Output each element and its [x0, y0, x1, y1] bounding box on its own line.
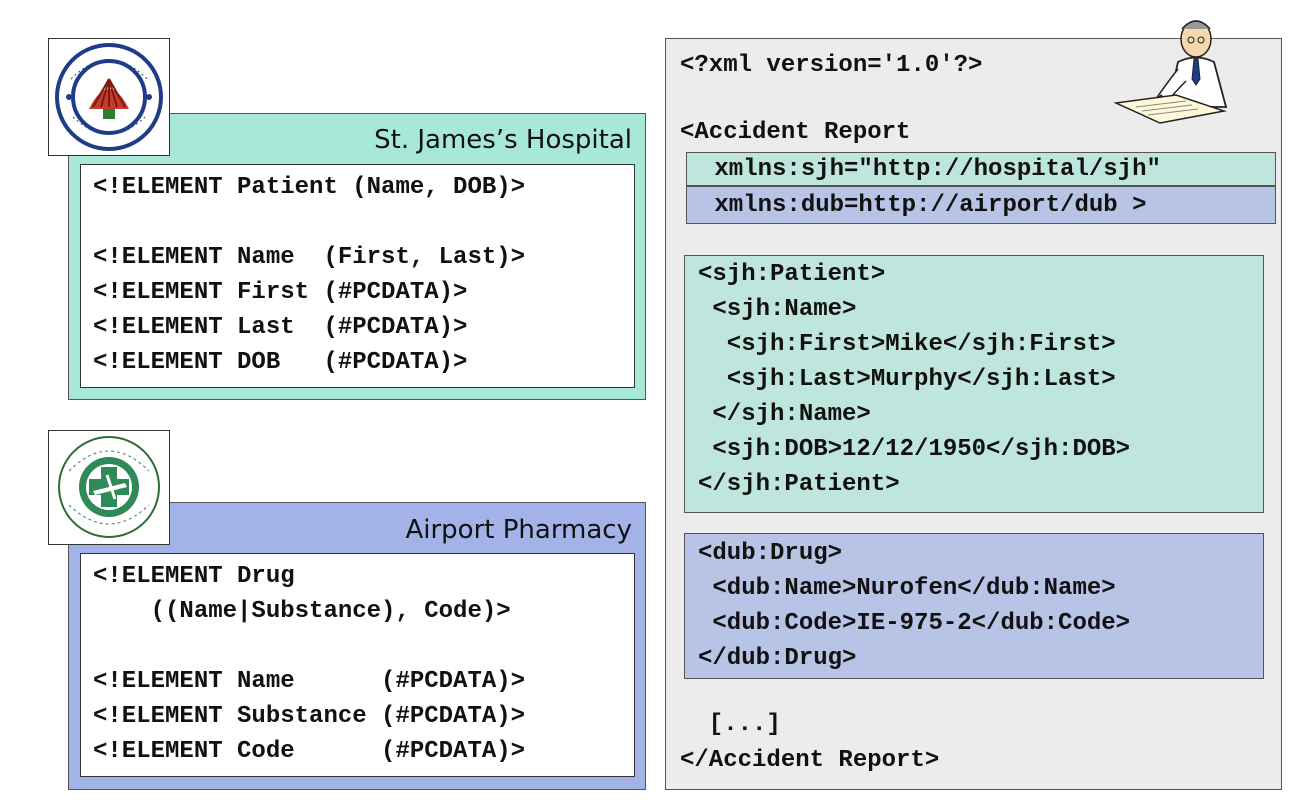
doctor-writing-icon: [1113, 20, 1228, 124]
dtd-line: <!ELEMENT Code (#PCDATA)>: [93, 738, 526, 765]
patient-line: </sjh:Name>: [698, 401, 871, 428]
dtd-line: <!ELEMENT Name (#PCDATA)>: [93, 668, 526, 695]
dtd-line: <!ELEMENT DOB (#PCDATA)>: [93, 349, 468, 376]
hospital-dtd-box: <!ELEMENT Patient (Name, DOB)> <!ELEMENT…: [80, 164, 635, 388]
xml-document-panel: <?xml version='1.0'?> <Accident Report x…: [665, 20, 1282, 790]
xml-ellipsis: [...]: [680, 711, 781, 738]
drug-fragment: <dub:Drug> <dub:Name>Nurofen</dub:Name> …: [684, 533, 1264, 679]
patient-line: <sjh:DOB>12/12/1950</sjh:DOB>: [698, 436, 1131, 463]
hospital-seal-icon: [55, 43, 163, 151]
patient-line: <sjh:Patient>: [698, 261, 886, 288]
dtd-line: ((Name|Substance), Code)>: [93, 598, 511, 625]
patient-line: <sjh:Name>: [698, 296, 857, 323]
hospital-logo: [48, 38, 170, 156]
namespace-dub: xmlns:dub=http://airport/dub >: [700, 192, 1147, 219]
dtd-line: <!ELEMENT Last (#PCDATA)>: [93, 314, 468, 341]
pharmacy-title: Airport Pharmacy: [405, 515, 632, 545]
patient-line: <sjh:First>Mike</sjh:First>: [698, 331, 1116, 358]
hospital-title: St. James’s Hospital: [374, 125, 632, 155]
xml-declaration: <?xml version='1.0'?>: [680, 52, 983, 79]
patient-line: </sjh:Patient>: [698, 471, 900, 498]
pharmacy-dtd-box: <!ELEMENT Drug ((Name|Substance), Code)>…: [80, 553, 635, 777]
namespace-sjh-row: xmlns:sjh="http://hospital/sjh": [686, 152, 1276, 186]
namespace-sjh: xmlns:sjh="http://hospital/sjh": [700, 156, 1161, 183]
patient-line: <sjh:Last>Murphy</sjh:Last>: [698, 366, 1116, 393]
patient-fragment: <sjh:Patient> <sjh:Name> <sjh:First>Mike…: [684, 255, 1264, 513]
drug-line: <dub:Drug>: [698, 540, 843, 567]
dtd-line: <!ELEMENT Patient (Name, DOB)>: [93, 174, 526, 201]
airport-pharmacy-icon: [58, 436, 160, 538]
drug-line: </dub:Drug>: [698, 645, 857, 672]
namespace-dub-row: xmlns:dub=http://airport/dub >: [686, 186, 1276, 224]
dtd-line: <!ELEMENT First (#PCDATA)>: [93, 279, 468, 306]
drug-line: <dub:Code>IE-975-2</dub:Code>: [698, 610, 1131, 637]
xml-root-close: </Accident Report>: [680, 747, 940, 774]
pharmacy-logo: [48, 430, 170, 545]
dtd-line: <!ELEMENT Drug: [93, 563, 295, 590]
dtd-line: <!ELEMENT Substance (#PCDATA)>: [93, 703, 526, 730]
drug-line: <dub:Name>Nurofen</dub:Name>: [698, 575, 1116, 602]
dtd-line: <!ELEMENT Name (First, Last)>: [93, 244, 526, 271]
xml-root-open: <Accident Report: [680, 119, 911, 146]
